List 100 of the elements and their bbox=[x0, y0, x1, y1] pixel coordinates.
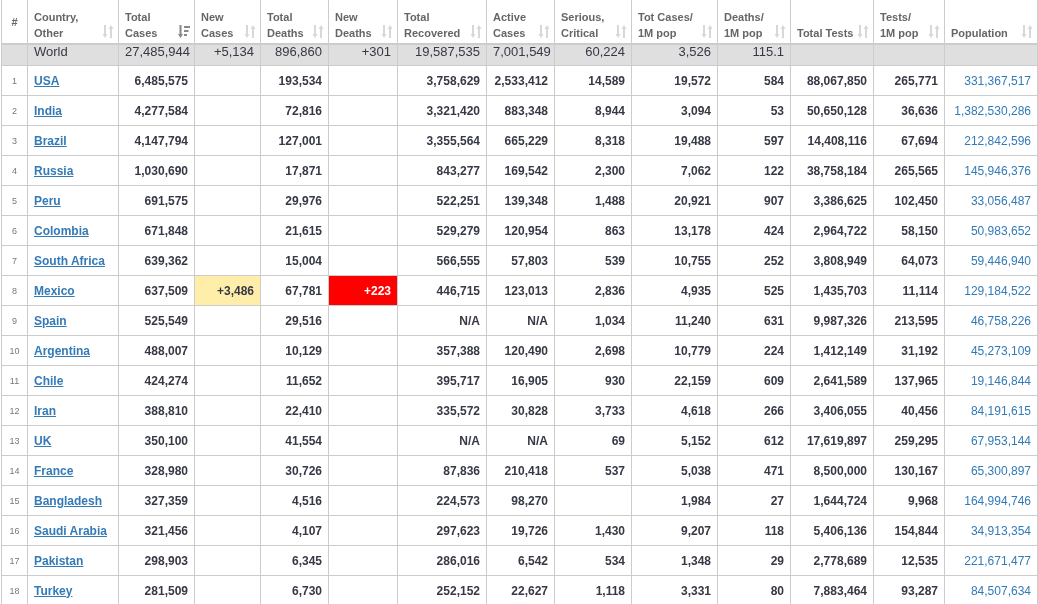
sort-icon[interactable] bbox=[701, 24, 713, 39]
table-cell: 5,152 bbox=[631, 425, 718, 456]
table-cell: 3,386,625 bbox=[790, 185, 874, 216]
table-cell: 388,810 bbox=[118, 395, 195, 426]
table-cell: 671,848 bbox=[118, 215, 195, 246]
table-cell: 525,549 bbox=[118, 305, 195, 336]
table-cell: 266 bbox=[717, 395, 791, 426]
table-cell: 38,758,184 bbox=[790, 155, 874, 186]
rank-number: 3 bbox=[1, 125, 28, 156]
sort-icon[interactable] bbox=[244, 24, 256, 39]
table-cell: 29,976 bbox=[260, 185, 329, 216]
rank-number: 6 bbox=[1, 215, 28, 246]
table-cell: 2,778,689 bbox=[790, 545, 874, 576]
table-cell: 16,905 bbox=[486, 365, 555, 396]
table-cell: 357,388 bbox=[397, 335, 487, 366]
table-cell: 57,803 bbox=[486, 245, 555, 276]
table-cell: 259,295 bbox=[873, 425, 945, 456]
table-cell: 896,860 bbox=[260, 44, 329, 66]
table-cell: 10,779 bbox=[631, 335, 718, 366]
sort-icon[interactable] bbox=[1021, 24, 1033, 39]
table-cell: 98,270 bbox=[486, 485, 555, 516]
table-cell: 298,903 bbox=[118, 545, 195, 576]
rank-number: 13 bbox=[1, 425, 28, 456]
sort-icon[interactable] bbox=[774, 24, 786, 39]
sort-icon[interactable] bbox=[470, 24, 482, 39]
table-cell: 115.1 bbox=[717, 44, 791, 66]
table-cell: 584 bbox=[717, 65, 791, 96]
country-link[interactable]: Spain bbox=[34, 313, 67, 328]
table-cell: 3,406,055 bbox=[790, 395, 874, 426]
table-cell: N/A bbox=[486, 425, 555, 456]
table-cell: 154,844 bbox=[873, 515, 945, 546]
table-cell: N/A bbox=[397, 305, 487, 336]
country-link[interactable]: Peru bbox=[34, 193, 61, 208]
table-cell: 58,150 bbox=[873, 215, 945, 246]
country-link[interactable]: UK bbox=[34, 433, 52, 448]
table-cell: 139,348 bbox=[486, 185, 555, 216]
sort-icon[interactable] bbox=[102, 24, 114, 39]
rank-number: 14 bbox=[1, 455, 28, 486]
table-cell: 22,159 bbox=[631, 365, 718, 396]
table-cell: 1,430 bbox=[554, 515, 632, 546]
table-cell: 8,500,000 bbox=[790, 455, 874, 486]
table-cell: 130,167 bbox=[873, 455, 945, 486]
table-cell: 252 bbox=[717, 245, 791, 276]
table-cell: 328,980 bbox=[118, 455, 195, 486]
country-link[interactable]: USA bbox=[34, 73, 60, 88]
table-cell: 69 bbox=[554, 425, 632, 456]
table-cell: 3,808,949 bbox=[790, 245, 874, 276]
table-cell: 41,554 bbox=[260, 425, 329, 456]
sort-icon[interactable] bbox=[928, 24, 940, 39]
sort-descending-icon[interactable] bbox=[178, 24, 190, 39]
table-cell: 3,094 bbox=[631, 95, 718, 126]
table-cell: 1,984 bbox=[631, 485, 718, 516]
table-cell: 224 bbox=[717, 335, 791, 366]
table-cell: 36,636 bbox=[873, 95, 945, 126]
table-cell: 14,408,116 bbox=[790, 125, 874, 156]
table-cell: 265,565 bbox=[873, 155, 945, 186]
country-link[interactable]: Chile bbox=[34, 373, 64, 388]
table-cell: 123,013 bbox=[486, 275, 555, 306]
table-cell: 321,456 bbox=[118, 515, 195, 546]
table-cell: 286,016 bbox=[397, 545, 487, 576]
table-cell: 930 bbox=[554, 365, 632, 396]
sort-icon[interactable] bbox=[615, 24, 627, 39]
table-cell: 4,277,584 bbox=[118, 95, 195, 126]
table-cell: 534 bbox=[554, 545, 632, 576]
table-cell: 863 bbox=[554, 215, 632, 246]
table-cell: 8,318 bbox=[554, 125, 632, 156]
rank-number: 9 bbox=[1, 305, 28, 336]
table-cell: +3,486 bbox=[194, 275, 261, 306]
country-link[interactable]: India bbox=[34, 103, 62, 118]
table-cell: 3,758,629 bbox=[397, 65, 487, 96]
table-cell: 20,921 bbox=[631, 185, 718, 216]
table-cell: 127,001 bbox=[260, 125, 329, 156]
table-cell: 10,755 bbox=[631, 245, 718, 276]
sort-icon[interactable] bbox=[312, 24, 324, 39]
table-cell: 529,279 bbox=[397, 215, 487, 246]
rank-number: 8 bbox=[1, 275, 28, 306]
country-link[interactable]: Brazil bbox=[34, 133, 67, 148]
table-cell: 2,300 bbox=[554, 155, 632, 186]
table-cell: 53 bbox=[717, 95, 791, 126]
table-cell: 1,488 bbox=[554, 185, 632, 216]
table-cell: 50,650,128 bbox=[790, 95, 874, 126]
table-cell: 72,816 bbox=[260, 95, 329, 126]
table-cell: 522,251 bbox=[397, 185, 487, 216]
table-cell: 14,589 bbox=[554, 65, 632, 96]
table-cell: 7,062 bbox=[631, 155, 718, 186]
rank-number: 15 bbox=[1, 485, 28, 516]
table-cell: 3,733 bbox=[554, 395, 632, 426]
table-cell: 122 bbox=[717, 155, 791, 186]
sort-icon[interactable] bbox=[381, 24, 393, 39]
table-cell: 30,828 bbox=[486, 395, 555, 426]
table-cell: 118 bbox=[717, 515, 791, 546]
table-cell: 639,362 bbox=[118, 245, 195, 276]
sort-icon[interactable] bbox=[857, 24, 869, 39]
table-cell: 424 bbox=[717, 215, 791, 246]
table-cell: 471 bbox=[717, 455, 791, 486]
country-link[interactable]: Iran bbox=[34, 403, 56, 418]
table-cell: 1,030,690 bbox=[118, 155, 195, 186]
table-cell: 424,274 bbox=[118, 365, 195, 396]
table-cell: N/A bbox=[397, 425, 487, 456]
sort-icon[interactable] bbox=[538, 24, 550, 39]
